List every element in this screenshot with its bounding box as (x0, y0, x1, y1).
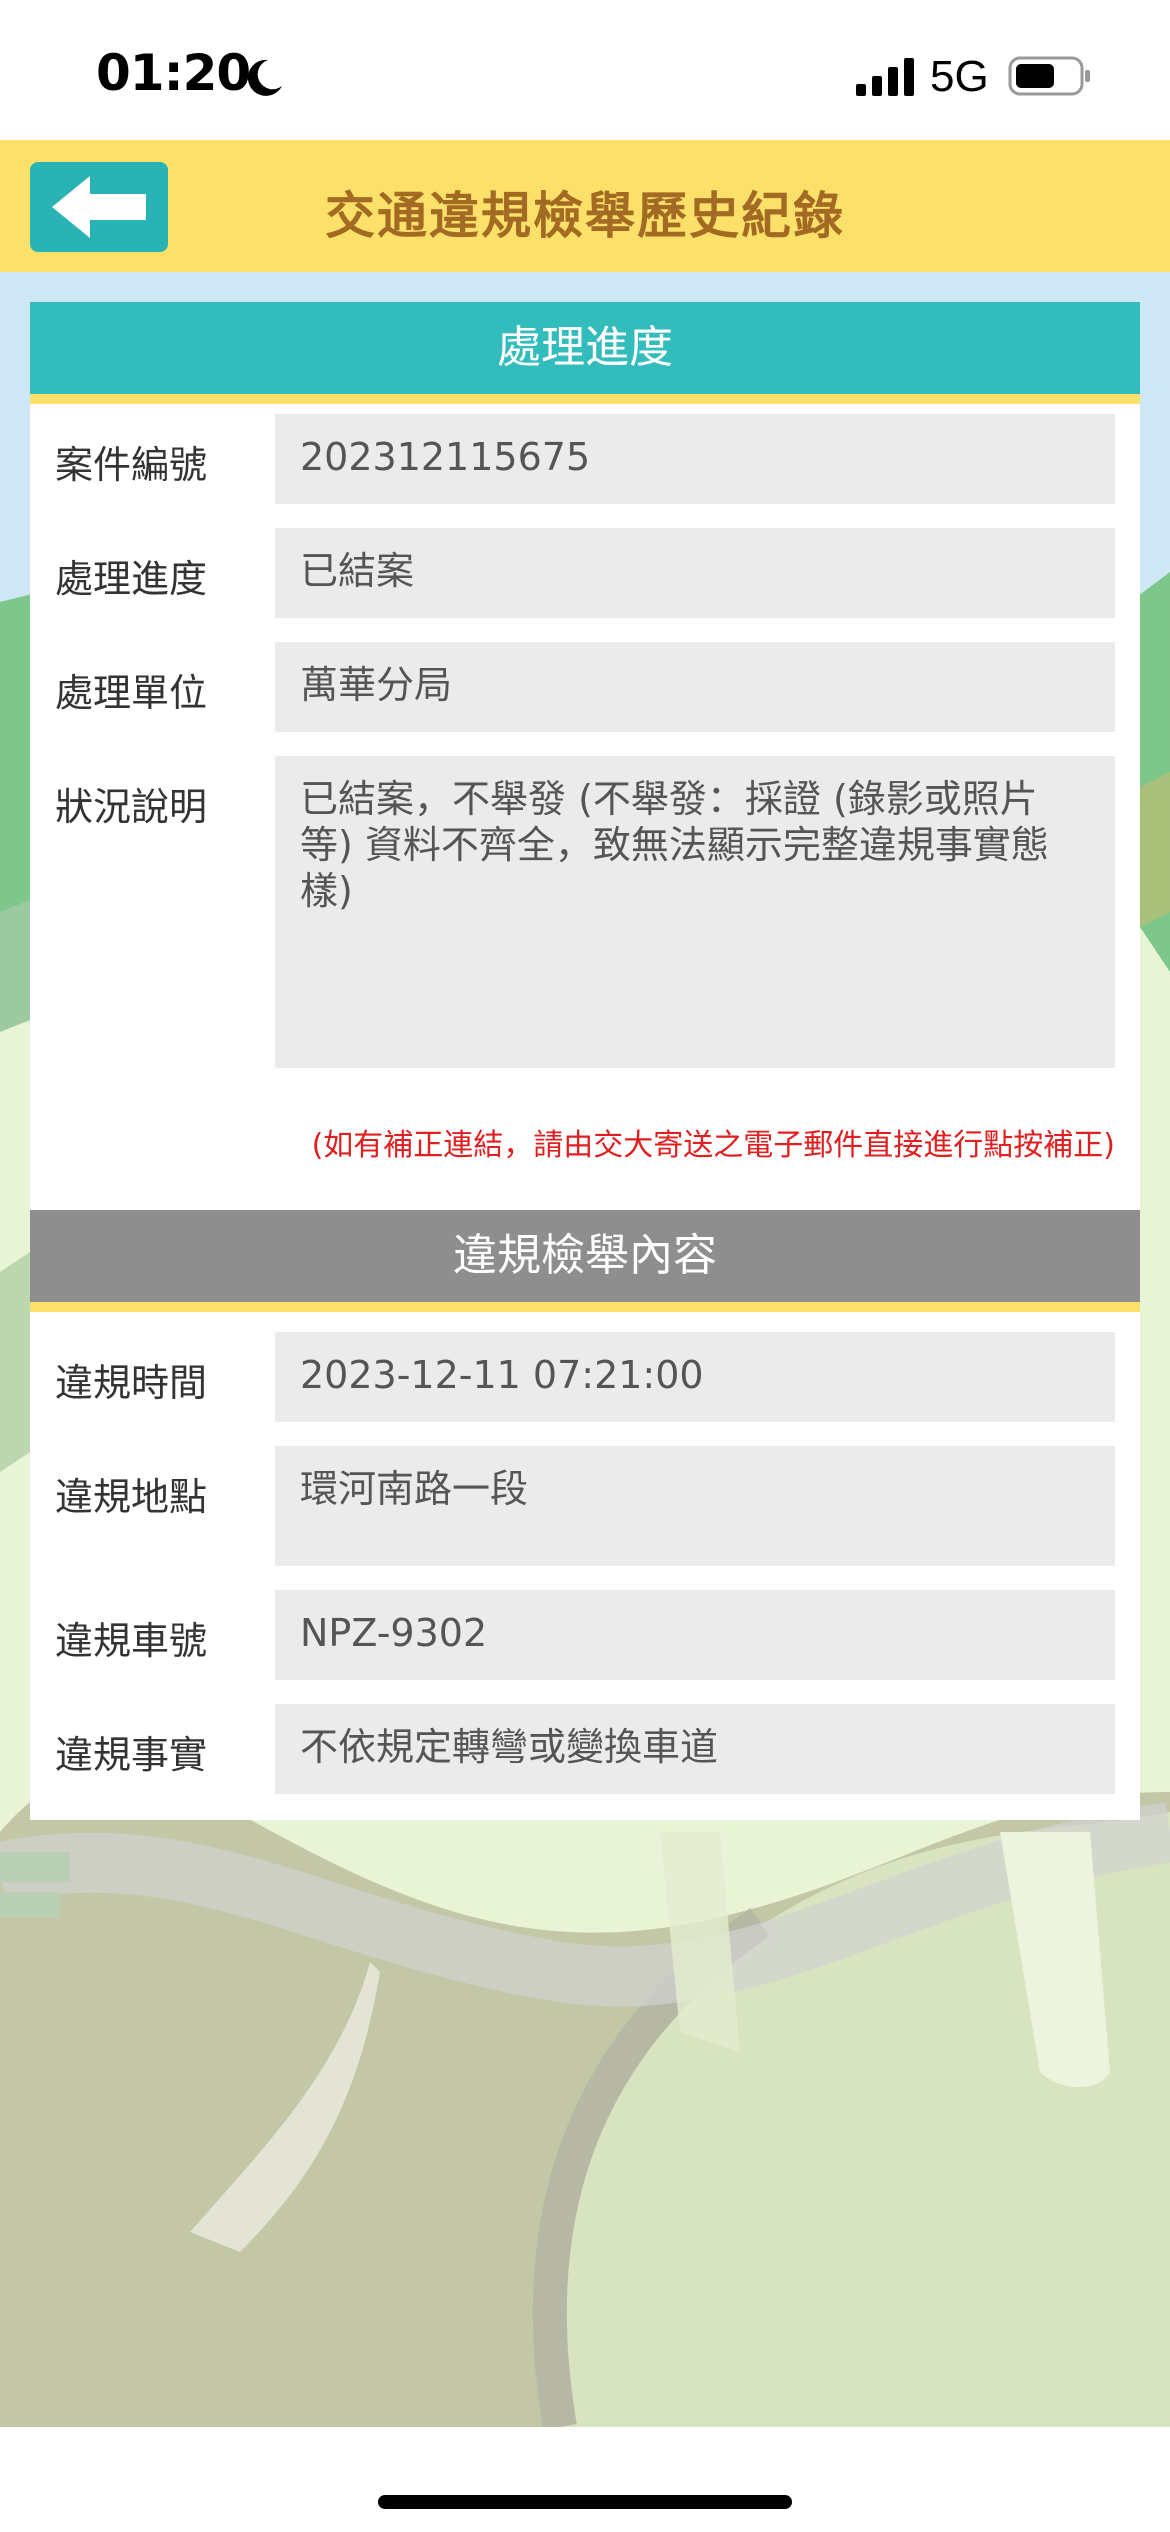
status-time: 01:20 (96, 44, 251, 102)
row-label: 處理單位 (55, 671, 208, 715)
row-label: 處理進度 (55, 557, 208, 601)
app-header: 交通違規檢舉歷史紀錄 (0, 140, 1170, 272)
report-section-title: 違規檢舉內容 (30, 1210, 1140, 1312)
row-label: 違規時間 (55, 1361, 208, 1405)
progress-section-title: 處理進度 (30, 302, 1140, 404)
bottom-bar (0, 2427, 1170, 2532)
network-label: 5G (930, 52, 989, 101)
violation-location-value: 環河南路一段 (275, 1446, 1115, 1566)
progress-card: 處理進度 案件編號 202312115675 處理進度 已結案 處理單位 萬華分… (30, 302, 1140, 1210)
plate-number-value: NPZ-9302 (275, 1590, 1115, 1680)
violation-time-value: 2023-12-11 07:21:00 (275, 1332, 1115, 1422)
case-number-value: 202312115675 (275, 414, 1115, 504)
violation-fact-value: 不依規定轉彎或變換車道 (275, 1704, 1115, 1794)
progress-value: 已結案 (275, 528, 1115, 618)
page-title: 交通違規檢舉歷史紀錄 (325, 187, 845, 245)
row-label: 狀況說明 (55, 785, 208, 829)
home-indicator[interactable] (378, 2495, 792, 2509)
status-description-value: 已結案，不舉發 (不舉發：採證 (錄影或照片等) 資料不齊全，致無法顯示完整違規… (275, 756, 1115, 1068)
status-bar: 01:20 5G (0, 0, 1170, 140)
row-label: 違規事實 (55, 1733, 208, 1777)
row-label: 案件編號 (55, 443, 208, 487)
moon-icon (247, 59, 282, 96)
battery-icon (1008, 56, 1090, 96)
row-label: 違規車號 (55, 1619, 208, 1663)
signal-icon (856, 58, 914, 96)
report-card: 違規檢舉內容 違規時間 2023-12-11 07:21:00 違規地點 環河南… (30, 1210, 1140, 1820)
unit-value: 萬華分局 (275, 642, 1115, 732)
row-label: 違規地點 (55, 1475, 208, 1519)
correction-notice: (如有補正連結，請由交大寄送之電子郵件直接進行點按補正) (311, 1128, 1115, 1163)
